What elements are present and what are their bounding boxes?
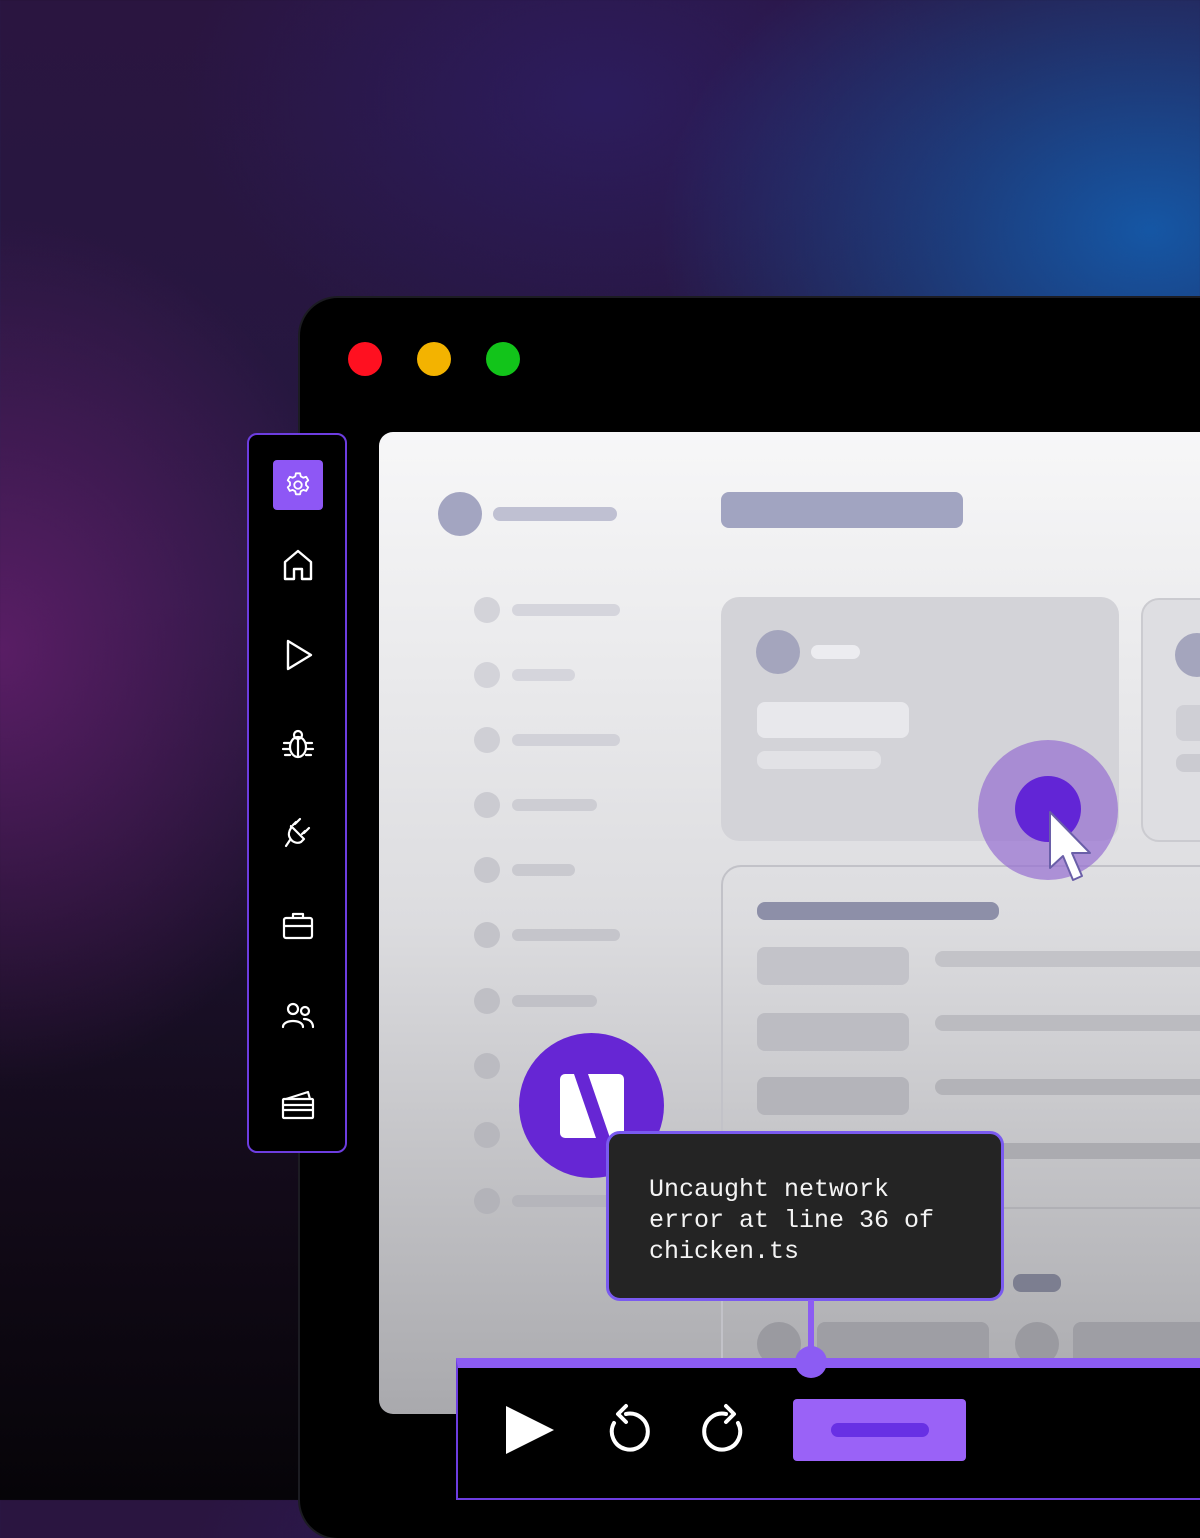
gear-icon	[286, 472, 310, 496]
error-tooltip: Uncaught network error at line 36 of chi…	[606, 1131, 1004, 1301]
timeline-scrubber-handle[interactable]	[795, 1346, 827, 1378]
redo-icon	[702, 1404, 743, 1452]
sidebar-item-billing[interactable]	[273, 1080, 323, 1130]
logo-icon	[559, 1073, 624, 1138]
sidebar-item-projects[interactable]	[273, 900, 323, 950]
briefcase-icon	[282, 912, 314, 940]
sidebar-item-debug[interactable]	[273, 720, 323, 770]
card-icon	[281, 1090, 315, 1120]
sidebar-item-team[interactable]	[273, 990, 323, 1040]
play-button[interactable]	[500, 1400, 560, 1460]
rewind-button[interactable]	[600, 1403, 654, 1457]
play-icon	[506, 1406, 554, 1454]
avatar	[438, 492, 482, 536]
sidebar-item-integrations[interactable]	[273, 807, 323, 857]
window-maximize-button[interactable]	[486, 342, 520, 376]
sidebar-item-home[interactable]	[273, 540, 323, 590]
play-icon	[286, 639, 313, 671]
plug-icon	[284, 817, 311, 848]
page-title	[721, 492, 963, 528]
window-minimize-button[interactable]	[417, 342, 451, 376]
users-icon	[281, 1002, 315, 1029]
sidebar	[247, 433, 347, 1153]
cursor-icon	[1049, 811, 1091, 881]
primary-action-button[interactable]	[793, 1399, 966, 1461]
sidebar-item-run[interactable]	[273, 630, 323, 680]
bug-icon	[281, 729, 315, 759]
profile-card-2	[1141, 598, 1200, 842]
undo-icon	[609, 1404, 650, 1452]
home-icon	[283, 549, 313, 581]
forward-button[interactable]	[698, 1403, 752, 1457]
sidebar-item-settings[interactable]	[273, 460, 323, 510]
window-close-button[interactable]	[348, 342, 382, 376]
